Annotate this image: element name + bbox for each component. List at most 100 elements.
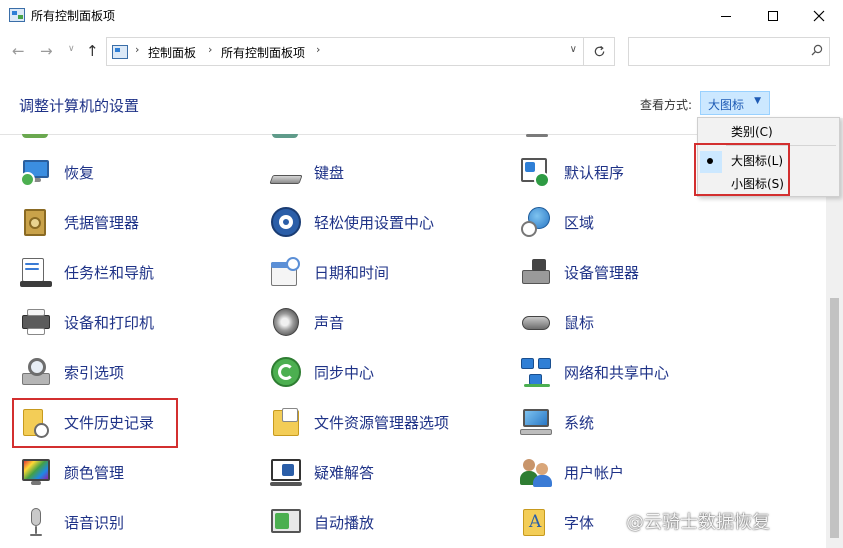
item-devices-printers[interactable]: 设备和打印机 bbox=[20, 302, 154, 342]
item-label: 轻松使用设置中心 bbox=[314, 213, 435, 232]
chevron-right-icon[interactable]: › bbox=[208, 43, 212, 56]
item-date-time[interactable]: 日期和时间 bbox=[270, 252, 389, 292]
control-panel-icon bbox=[112, 45, 128, 59]
item-fonts[interactable]: A 字体 bbox=[520, 502, 594, 542]
default-programs-icon bbox=[520, 156, 552, 188]
item-label: 恢复 bbox=[64, 163, 95, 182]
item-label: 字体 bbox=[564, 513, 595, 532]
refresh-icon bbox=[594, 45, 604, 57]
network-sharing-icon bbox=[520, 356, 552, 388]
item-system[interactable]: 系统 bbox=[520, 402, 594, 442]
item-sound[interactable]: 声音 bbox=[270, 302, 344, 342]
close-button[interactable] bbox=[796, 0, 842, 32]
item-label: 设备管理器 bbox=[564, 263, 640, 282]
view-by-dropdown[interactable]: 大图标 ▼ bbox=[700, 91, 770, 115]
item-sync-center[interactable]: 同步中心 bbox=[270, 352, 374, 392]
title-bar: 所有控制面板项 bbox=[0, 0, 843, 32]
devices-printers-icon bbox=[20, 306, 52, 338]
user-accounts-icon bbox=[520, 456, 552, 488]
back-button[interactable]: ← bbox=[12, 42, 25, 60]
item-ease-of-access[interactable]: 轻松使用设置中心 bbox=[270, 202, 434, 242]
item-label: 用户帐户 bbox=[564, 463, 625, 482]
item-label: 设备和打印机 bbox=[64, 313, 155, 332]
recent-locations-chevron-icon[interactable]: ∨ bbox=[68, 44, 75, 54]
item-label: 自动播放 bbox=[314, 513, 375, 532]
item-label: 鼠标 bbox=[564, 313, 595, 332]
sound-icon bbox=[270, 306, 302, 338]
item-troubleshooting[interactable]: 疑难解答 bbox=[270, 452, 374, 492]
partial-item-icon bbox=[272, 134, 298, 138]
item-speech-recognition[interactable]: 语音识别 bbox=[20, 502, 124, 542]
recovery-icon bbox=[20, 156, 52, 188]
region-icon bbox=[520, 206, 552, 238]
highlight-box bbox=[12, 398, 178, 448]
item-label: 文件资源管理器选项 bbox=[314, 413, 450, 432]
maximize-button[interactable] bbox=[750, 0, 796, 32]
item-label: 默认程序 bbox=[564, 163, 625, 182]
minimize-button[interactable] bbox=[703, 0, 749, 32]
speech-recognition-icon bbox=[20, 506, 52, 538]
item-label: 凭据管理器 bbox=[64, 213, 140, 232]
chevron-right-icon[interactable]: › bbox=[316, 43, 320, 56]
item-recovery[interactable]: 恢复 bbox=[20, 152, 94, 192]
caret-down-icon: ▼ bbox=[754, 96, 761, 106]
item-mouse[interactable]: 鼠标 bbox=[520, 302, 594, 342]
autoplay-icon bbox=[270, 506, 302, 538]
sync-center-icon bbox=[270, 356, 302, 388]
address-bar[interactable]: › 控制面板 › 所有控制面板项 › ∨ bbox=[106, 37, 584, 66]
item-color-management[interactable]: 颜色管理 bbox=[20, 452, 124, 492]
item-label: 索引选项 bbox=[64, 363, 125, 382]
chevron-right-icon[interactable]: › bbox=[135, 43, 139, 56]
item-label: 颜色管理 bbox=[64, 463, 125, 482]
minimize-icon bbox=[721, 15, 731, 17]
item-taskbar-navigation[interactable]: 任务栏和导航 bbox=[20, 252, 154, 292]
item-label: 区域 bbox=[564, 213, 595, 232]
item-device-manager[interactable]: 设备管理器 bbox=[520, 252, 639, 292]
partial-item-icon bbox=[526, 134, 548, 137]
item-label: 系统 bbox=[564, 413, 595, 432]
item-label: 网络和共享中心 bbox=[564, 363, 670, 382]
item-label: 疑难解答 bbox=[314, 463, 375, 482]
refresh-button[interactable] bbox=[584, 37, 615, 66]
item-label: 声音 bbox=[314, 313, 345, 332]
item-label: 同步中心 bbox=[314, 363, 375, 382]
breadcrumb-all-items[interactable]: 所有控制面板项 bbox=[221, 44, 305, 61]
device-manager-icon bbox=[520, 256, 552, 288]
breadcrumb-control-panel[interactable]: 控制面板 bbox=[148, 44, 196, 61]
forward-button[interactable]: → bbox=[40, 42, 53, 60]
item-indexing-options[interactable]: 索引选项 bbox=[20, 352, 124, 392]
menu-item-category[interactable]: 类别(C) bbox=[698, 120, 839, 142]
fonts-icon: A bbox=[520, 506, 552, 538]
scrollbar-thumb[interactable] bbox=[830, 298, 839, 538]
item-user-accounts[interactable]: 用户帐户 bbox=[520, 452, 624, 492]
item-autoplay[interactable]: 自动播放 bbox=[270, 502, 374, 542]
maximize-icon bbox=[768, 11, 778, 21]
item-credential-manager[interactable]: 凭据管理器 bbox=[20, 202, 139, 242]
keyboard-icon bbox=[269, 156, 303, 188]
search-icon bbox=[811, 44, 823, 56]
window-title: 所有控制面板项 bbox=[31, 9, 116, 23]
chevron-down-icon[interactable]: ∨ bbox=[570, 44, 577, 55]
search-box[interactable] bbox=[628, 37, 830, 66]
date-time-icon bbox=[270, 256, 302, 288]
close-icon bbox=[813, 10, 825, 22]
watermark: @云骑士数据恢复 bbox=[626, 512, 770, 533]
taskbar-icon bbox=[20, 256, 52, 288]
partial-item-icon bbox=[22, 134, 48, 138]
item-network-sharing-center[interactable]: 网络和共享中心 bbox=[520, 352, 669, 392]
view-by-label: 查看方式: bbox=[640, 98, 693, 112]
item-label: 任务栏和导航 bbox=[64, 263, 155, 282]
item-default-programs[interactable]: 默认程序 bbox=[520, 152, 624, 192]
item-region[interactable]: 区域 bbox=[520, 202, 594, 242]
control-panel-icon bbox=[9, 8, 25, 22]
search-input[interactable] bbox=[629, 38, 799, 65]
system-icon bbox=[520, 406, 552, 438]
highlight-box bbox=[694, 143, 790, 196]
up-button[interactable]: ↑ bbox=[86, 42, 99, 60]
item-keyboard[interactable]: 键盘 bbox=[269, 152, 344, 192]
credential-manager-icon bbox=[20, 206, 52, 238]
troubleshooting-icon bbox=[270, 456, 302, 488]
view-by-value: 大图标 bbox=[708, 98, 745, 112]
item-file-explorer-options[interactable]: 文件资源管理器选项 bbox=[270, 402, 449, 442]
navigation-bar: ← → ∨ ↑ › 控制面板 › 所有控制面板项 › ∨ bbox=[0, 32, 843, 72]
